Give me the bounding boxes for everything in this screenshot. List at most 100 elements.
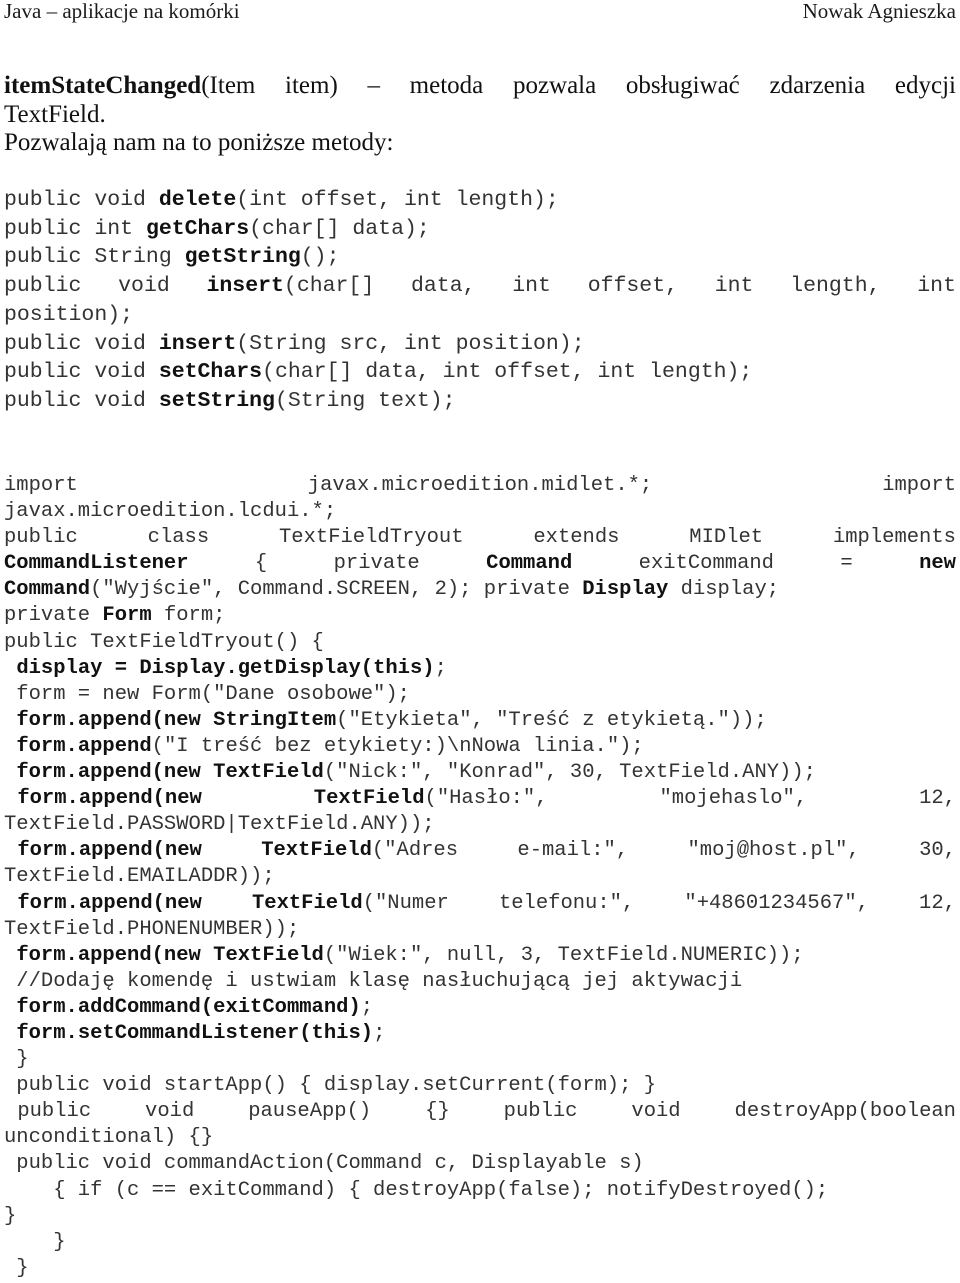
code-keyword-bold: form.setCommandListener(this): [16, 1021, 374, 1045]
code-text: e-mail:",: [517, 839, 629, 863]
intro-paragraph: itemStateChanged(Item item) – metoda poz…: [4, 72, 956, 158]
code-token: offset,: [588, 272, 678, 301]
code-line: TextField.PASSWORD|TextField.ANY));: [4, 812, 956, 838]
code-token: extends: [533, 525, 619, 551]
code-text: ;: [360, 995, 374, 1019]
code-line: public void insert(String src, int posit…: [4, 330, 956, 359]
code-token: import: [4, 473, 78, 499]
code-text: public: [4, 274, 82, 299]
code-token: import: [882, 473, 956, 499]
code-token: public: [17, 1099, 91, 1125]
code-keyword-bold: Command: [4, 578, 91, 602]
code-line: form.append(new TextField("Wiek:", null,…: [4, 943, 956, 969]
midlet-source-code-block: import javax.microedition.midlet.*; import…: [4, 473, 956, 1282]
code-token: class: [148, 525, 210, 551]
code-token: e-mail:",: [517, 838, 628, 864]
code-text: ();: [300, 245, 340, 270]
code-text: ("Numer: [362, 891, 449, 915]
code-text: public void: [4, 331, 159, 356]
code-line: form.append("I treść bez etykiety:)\nNow…: [4, 734, 956, 760]
code-text: 30,: [919, 839, 956, 863]
code-token: 12,: [919, 891, 956, 917]
method-description: (Item item) – metoda pozwala obsługiwać …: [201, 72, 956, 99]
code-text: "+48601234567",: [684, 891, 869, 915]
code-text: { if (c == exitCommand) { destroyApp(fal…: [4, 1178, 829, 1202]
code-keyword-bold: insert: [206, 274, 284, 299]
code-token: 30,: [919, 838, 956, 864]
code-token: TextField("Numer: [252, 891, 449, 917]
code-token: public: [504, 1099, 578, 1125]
code-token: form.append(new: [17, 891, 202, 917]
code-text: TextField.PHONENUMBER));: [4, 917, 300, 941]
code-text: ("I treść bez etykiety:)\nNowa linia.");: [151, 734, 644, 758]
code-token: form.append(new: [17, 838, 202, 864]
code-text: ;: [373, 1021, 386, 1045]
code-text: exitCommand: [638, 552, 774, 576]
code-line: display = Display.getDisplay(this);: [4, 656, 956, 682]
code-text: ("Wyjście", Command.SCREEN, 2); private: [90, 578, 583, 602]
code-keyword-bold: delete: [158, 188, 237, 212]
code-keyword-bold: TextField: [261, 839, 372, 863]
code-line: form = new Form("Dane osobowe");: [4, 682, 956, 708]
code-keyword-bold: CommandListener: [4, 552, 189, 576]
code-line: //Dodaję komendę i ustwiam klasę nasłuch…: [4, 969, 956, 995]
code-text: javax.microedition.lcdui.*;: [4, 500, 337, 524]
code-line: public void insert(char[] data, int offset, in…: [4, 272, 956, 301]
code-text: public int: [4, 216, 146, 241]
code-token: private: [334, 551, 420, 577]
code-line: public void delete(int offset, int lengt…: [4, 186, 956, 215]
code-line: import javax.microedition.midlet.*; import: [4, 473, 956, 499]
code-token: public: [4, 272, 81, 301]
code-text: int: [512, 274, 551, 299]
code-text: extends: [533, 526, 620, 550]
method-signatures-code-block: public void delete(int offset, int lengt…: [4, 186, 956, 416]
code-line: public void commandAction(Command c, Dis…: [4, 1151, 956, 1177]
code-token: {: [255, 551, 267, 577]
code-text: import: [882, 474, 956, 497]
code-line: form.append(new TextField("Nick:", "Konr…: [4, 760, 956, 786]
code-text: javax.microedition.midlet.*;: [307, 474, 653, 497]
code-keyword-bold: getChars: [145, 216, 250, 241]
code-text: 12,: [919, 891, 956, 915]
code-line: CommandListener { private Command exitComman…: [4, 551, 956, 577]
code-text: {: [254, 552, 268, 576]
page-header: Java – aplikacje na komórki Nowak Agnies…: [4, 0, 956, 24]
code-token: form.append(new: [17, 786, 202, 812]
code-line: public String getString();: [4, 243, 956, 272]
code-keyword-bold: Command: [486, 552, 573, 576]
code-text: class: [147, 526, 210, 550]
code-text: private: [4, 604, 103, 628]
code-text: int: [714, 274, 754, 299]
code-keyword-bold: form.append(new TextField: [16, 943, 324, 967]
code-line: unconditional) {}: [4, 1125, 956, 1151]
code-line: form.setCommandListener(this);: [4, 1021, 956, 1047]
code-keyword-bold: TextField: [251, 891, 363, 915]
code-text: (String src, int position);: [236, 331, 585, 356]
code-text: ("Wiek:", null, 3, TextField.NUMERIC));: [323, 943, 804, 967]
code-token: TextField("Adres: [261, 838, 458, 864]
code-text: telefonu:",: [498, 891, 635, 915]
code-token: implements: [833, 525, 956, 551]
document-title: Java – aplikacje na komórki: [4, 0, 240, 23]
code-token: insert(char[]: [207, 272, 375, 301]
code-text: implements: [832, 526, 956, 550]
code-text: length,: [790, 274, 881, 299]
code-text: public String: [4, 245, 185, 270]
code-text: public void commandAction(Command c, Dis…: [4, 1152, 644, 1176]
code-keyword-bold: Display: [582, 578, 669, 602]
code-token: "+48601234567",: [684, 891, 869, 917]
code-line: }: [4, 1230, 956, 1256]
code-text: void: [631, 1100, 681, 1124]
code-text: }: [4, 1048, 29, 1072]
code-token: data,: [411, 272, 476, 301]
code-text: public: [503, 1100, 578, 1124]
code-text: public void: [4, 388, 159, 413]
code-token: new: [919, 551, 956, 577]
code-token: Command: [486, 551, 572, 577]
code-token: destroyApp(boolean: [735, 1099, 956, 1125]
code-text: MIDlet: [689, 526, 764, 550]
